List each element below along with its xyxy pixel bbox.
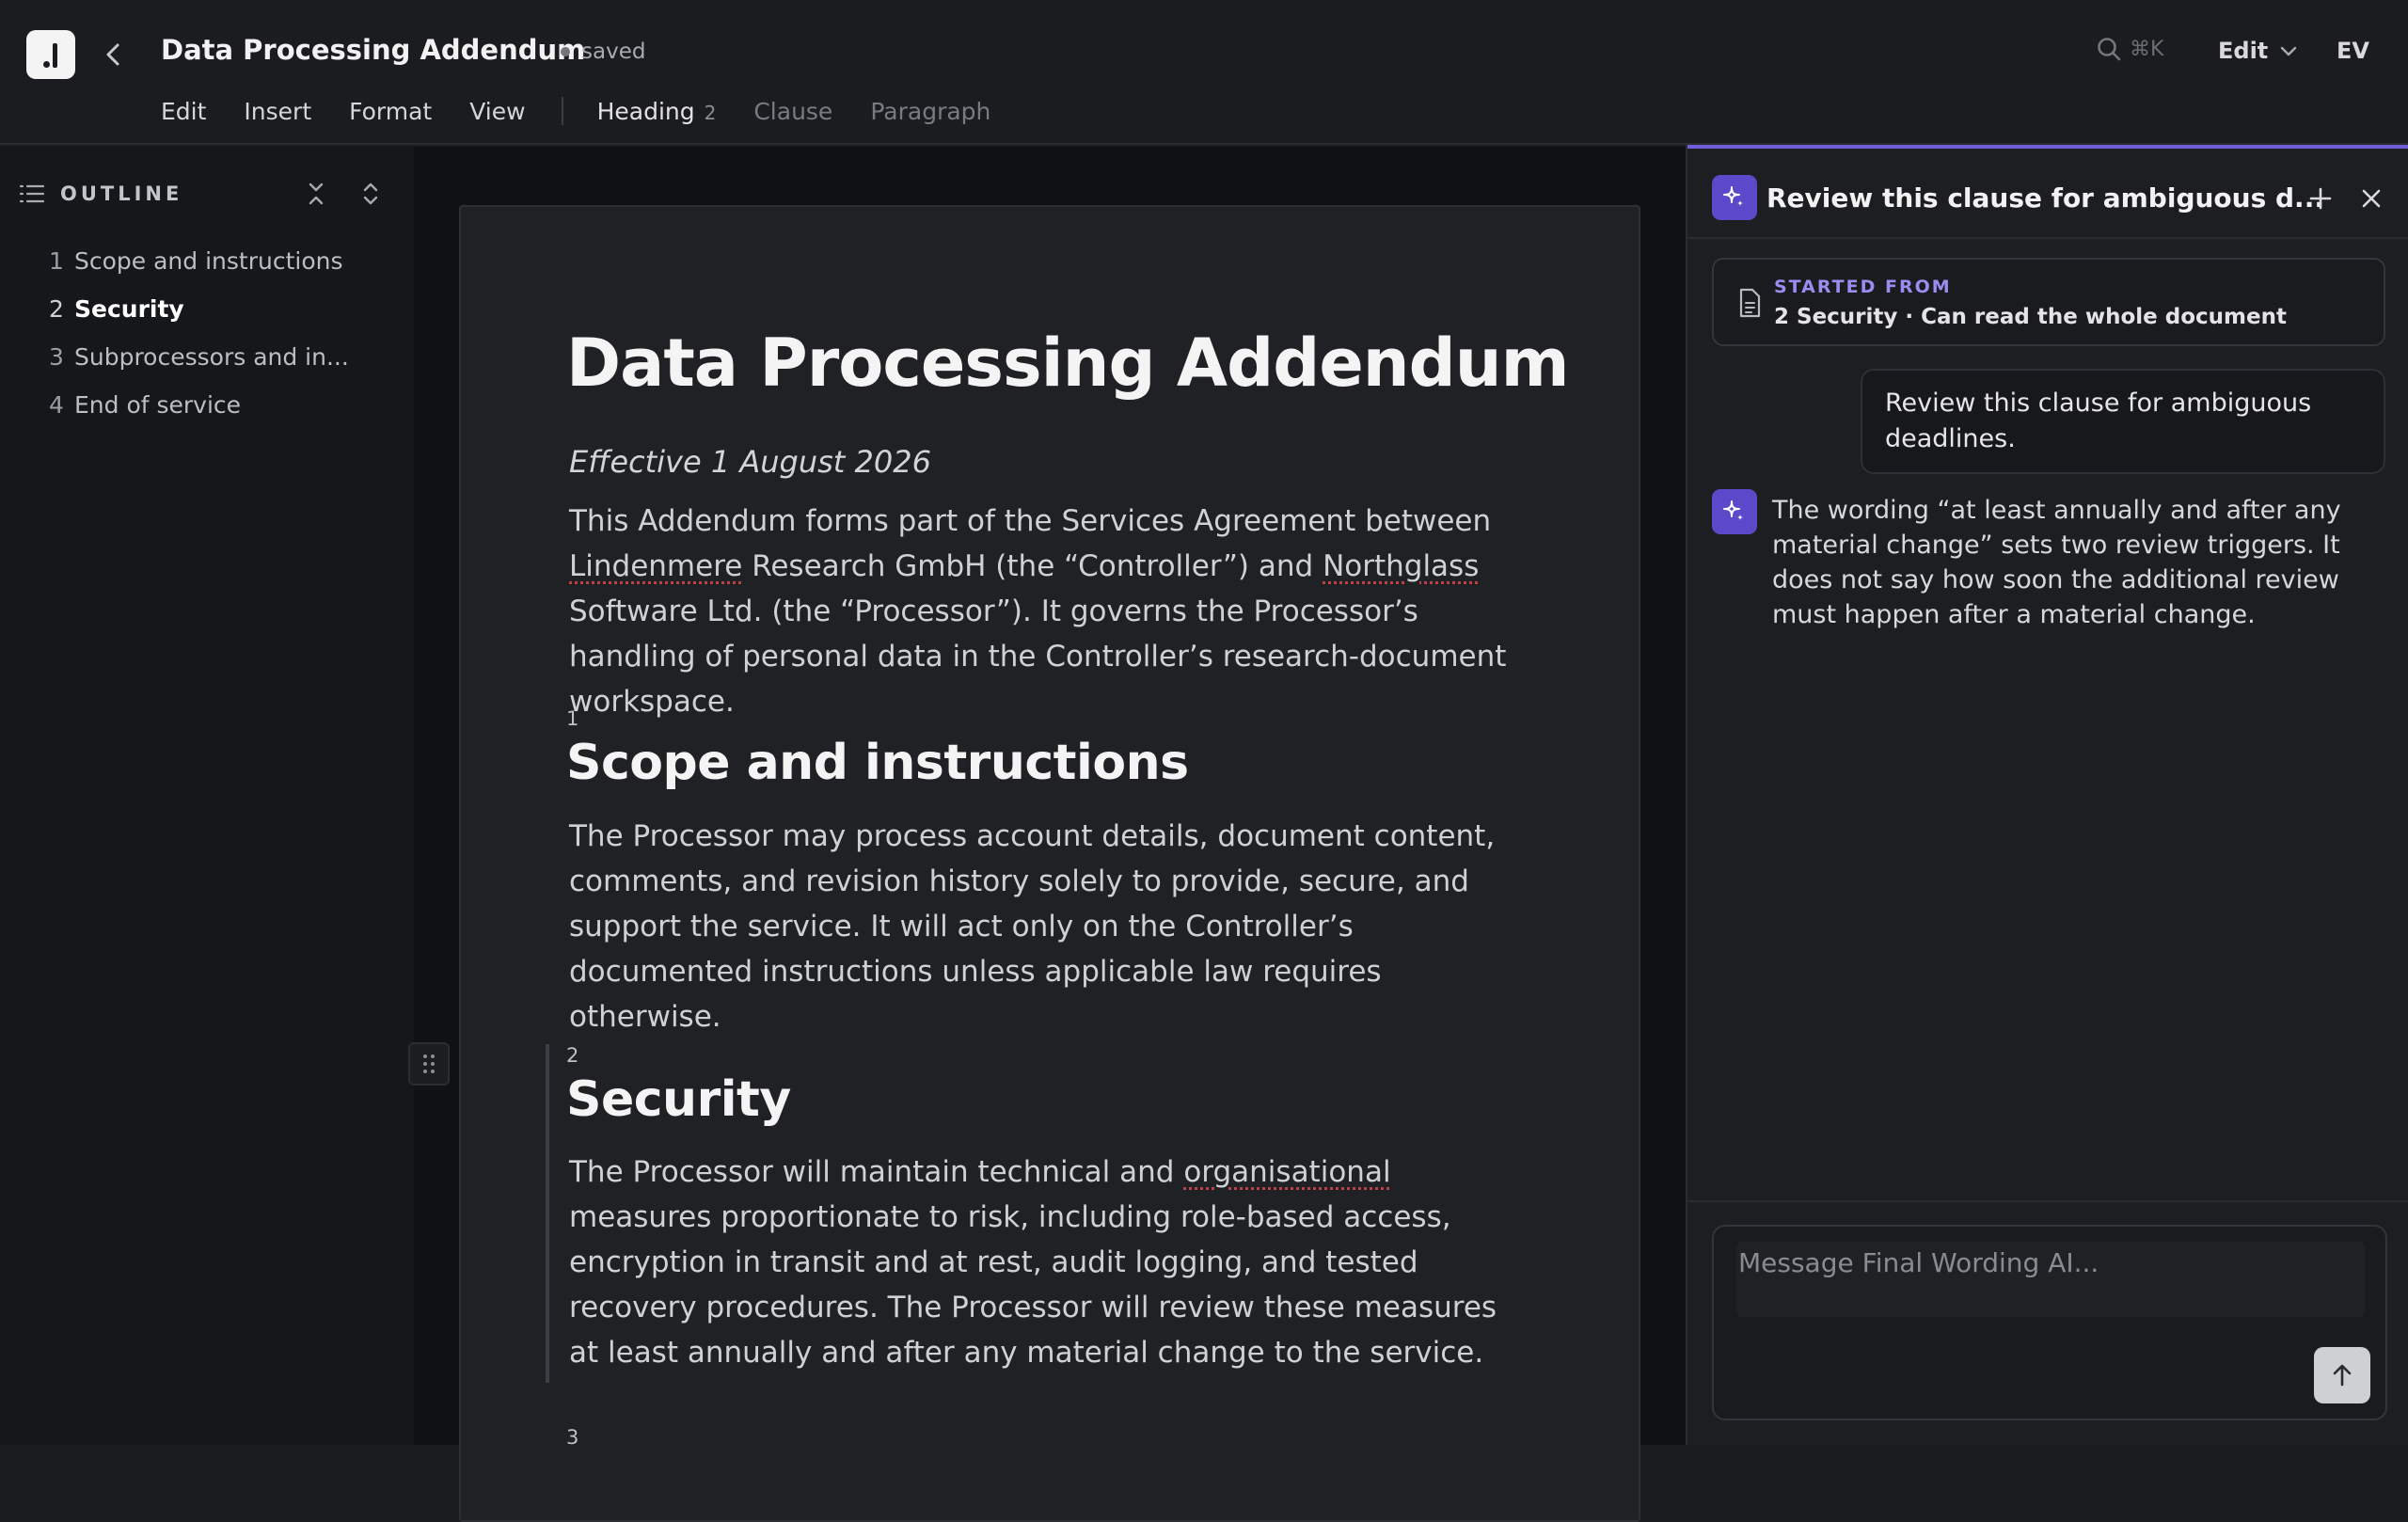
section-number: 1: [566, 707, 579, 730]
block-drag-handle[interactable]: [408, 1042, 450, 1086]
format-heading-button[interactable]: Heading 2: [597, 98, 717, 125]
document-heading[interactable]: Data Processing Addendum: [566, 325, 1570, 402]
user-message: Review this clause for ambiguous deadlin…: [1861, 369, 2385, 474]
outline-header: OUTLINE: [19, 175, 395, 213]
collapse-all-button[interactable]: [301, 179, 331, 209]
section-text: The Processor will maintain technical an…: [569, 1155, 1184, 1189]
section-body-security[interactable]: The Processor will maintain technical an…: [569, 1149, 1529, 1375]
intro-text: This Addendum forms part of the Services…: [569, 504, 1492, 538]
grip-icon: [423, 1054, 435, 1073]
chevron-left-icon: [106, 43, 119, 66]
outline-item-subprocessors[interactable]: 3 Subprocessors and in...: [49, 333, 388, 381]
send-button[interactable]: [2314, 1347, 2370, 1403]
outline-title: OUTLINE: [60, 182, 183, 205]
menu-edit[interactable]: Edit: [161, 98, 206, 125]
thread-title: Review this clause for ambiguous d...: [1766, 182, 2324, 214]
menu-view[interactable]: View: [469, 98, 525, 125]
spellcheck-word[interactable]: Northglass: [1323, 549, 1479, 583]
outline-item-label: Subprocessors and in...: [74, 343, 349, 371]
assistant-message-text: The wording “at least annually and after…: [1772, 496, 2341, 629]
outline-item-label: End of service: [74, 391, 242, 419]
app-logo-icon[interactable]: [26, 30, 75, 79]
assistant-header: Review this clause for ambiguous d...: [1712, 171, 2389, 224]
section-heading-security[interactable]: Security: [566, 1071, 791, 1128]
format-heading-label: Heading: [596, 97, 695, 125]
search-button[interactable]: ⌘K: [2096, 36, 2163, 62]
outline-item-number: 2: [49, 295, 64, 323]
list-icon: [19, 184, 45, 203]
composer-divider: [1687, 1200, 2408, 1202]
context-card[interactable]: STARTED FROM 2 Security · Can read the w…: [1712, 258, 2385, 346]
menu-format[interactable]: Format: [349, 98, 432, 125]
new-thread-button[interactable]: [2305, 182, 2337, 214]
started-from-context: 2 Security · Can read the whole document: [1774, 305, 2287, 329]
back-button[interactable]: [100, 38, 126, 71]
outline-item-number: 3: [49, 343, 64, 371]
mode-label: Edit: [2218, 38, 2269, 64]
message-composer: [1712, 1225, 2387, 1420]
header-divider: [1687, 237, 2408, 239]
status-dot-icon: [561, 47, 570, 56]
outline-item-label: Scope and instructions: [74, 247, 343, 275]
spellcheck-word[interactable]: Lindenmere: [569, 549, 742, 583]
spellcheck-word[interactable]: organisational: [1183, 1155, 1390, 1189]
document-title[interactable]: Data Processing Addendum: [161, 34, 585, 66]
outline-item-scope[interactable]: 1 Scope and instructions: [49, 237, 388, 285]
document-icon: [1739, 288, 1761, 318]
intro-paragraph[interactable]: This Addendum forms part of the Services…: [569, 499, 1529, 724]
effective-date[interactable]: Effective 1 August 2026: [569, 444, 931, 480]
user-avatar[interactable]: EV: [2337, 38, 2369, 64]
outline-item-end-of-service[interactable]: 4 End of service: [49, 381, 388, 429]
heading-level: 2: [704, 101, 717, 124]
menu-insert[interactable]: Insert: [244, 98, 311, 125]
section-heading-scope[interactable]: Scope and instructions: [566, 735, 1189, 791]
collapse-icon: [309, 182, 324, 205]
expand-icon: [363, 182, 378, 205]
outline-item-label: Security: [74, 295, 184, 323]
ai-sparkle-icon: [1712, 175, 1757, 220]
outline-item-number: 1: [49, 247, 64, 275]
started-from-label: STARTED FROM: [1774, 277, 1952, 297]
save-status: saved: [561, 40, 645, 64]
panel-accent-bar: [1687, 145, 2408, 149]
top-bar: Data Processing Addendum saved ⌘K Edit E…: [0, 0, 2408, 145]
intro-text: Research GmbH (the “Controller”) and: [742, 549, 1323, 583]
section-text: measures proportionate to risk, includin…: [569, 1200, 1497, 1370]
menu-divider: [561, 97, 563, 125]
chevron-down-icon: [2281, 46, 2297, 56]
intro-text: Software Ltd. (the “Processor”). It gove…: [569, 595, 1507, 719]
format-clause-button[interactable]: Clause: [753, 98, 832, 125]
ai-sparkle-icon: [1712, 489, 1757, 534]
save-status-label: saved: [581, 40, 646, 64]
search-icon: [2098, 38, 2121, 61]
menu-bar: Edit Insert Format View Heading 2 Clause …: [161, 94, 1028, 128]
selected-block-indicator: [546, 1044, 549, 1383]
mode-dropdown[interactable]: Edit: [2218, 38, 2298, 64]
plus-icon: [2309, 187, 2332, 210]
outline-item-security[interactable]: 2 Security: [49, 285, 388, 333]
section-body-scope[interactable]: The Processor may process account detail…: [569, 814, 1529, 1039]
message-input[interactable]: [1736, 1242, 2365, 1317]
search-shortcut: ⌘K: [2130, 37, 2164, 61]
format-paragraph-button[interactable]: Paragraph: [870, 98, 990, 125]
close-panel-button[interactable]: [2355, 182, 2387, 214]
outline-sidebar: OUTLINE 1 Scope and instructions 2 Securit…: [0, 147, 414, 1445]
section-number: 2: [566, 1044, 579, 1067]
section-number: 3: [566, 1426, 579, 1449]
expand-all-button[interactable]: [356, 179, 386, 209]
arrow-up-icon: [2333, 1364, 2352, 1387]
assistant-panel: Review this clause for ambiguous d... ST…: [1686, 145, 2408, 1445]
close-icon: [2362, 189, 2381, 208]
outline-item-number: 4: [49, 391, 64, 419]
outline-list: 1 Scope and instructions 2 Security 3 Subpr…: [49, 237, 388, 429]
